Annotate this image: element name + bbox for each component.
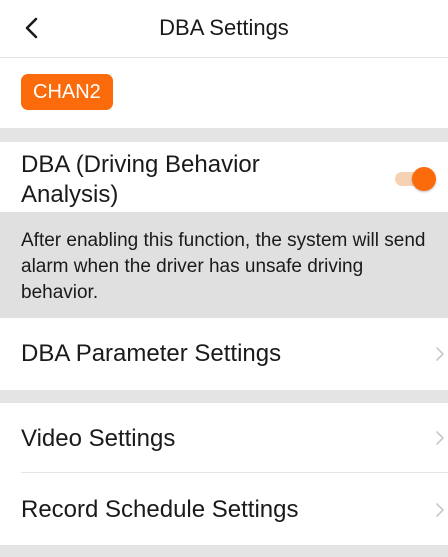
chevron-right-icon	[436, 503, 444, 517]
toggle-knob	[412, 167, 436, 191]
menu-item-label: DBA Parameter Settings	[21, 340, 282, 367]
menu-item-video-settings[interactable]: Video Settings	[0, 403, 448, 473]
section-divider	[0, 128, 448, 142]
dba-toggle-row: DBA (Driving Behavior Analysis)	[0, 142, 448, 212]
menu-item-dba-parameter-settings[interactable]: DBA Parameter Settings	[0, 318, 448, 390]
channel-badge: CHAN2	[21, 74, 113, 110]
menu-item-label: Record Schedule Settings	[21, 496, 299, 523]
dba-description: After enabling this function, the system…	[21, 230, 426, 303]
menu-item-label: Video Settings	[21, 425, 176, 452]
section-divider	[0, 545, 448, 557]
section-divider	[0, 390, 448, 403]
menu-item-record-schedule-settings[interactable]: Record Schedule Settings	[0, 473, 448, 545]
chevron-right-icon	[436, 347, 444, 361]
dba-label: DBA (Driving Behavior Analysis)	[21, 151, 260, 208]
dba-description-box: After enabling this function, the system…	[0, 212, 448, 318]
dba-toggle-switch[interactable]	[393, 167, 436, 191]
channel-row: CHAN2	[0, 59, 448, 128]
page-title: DBA Settings	[159, 15, 289, 40]
chevron-right-icon	[436, 431, 444, 445]
header-bar: DBA Settings	[0, 0, 448, 58]
